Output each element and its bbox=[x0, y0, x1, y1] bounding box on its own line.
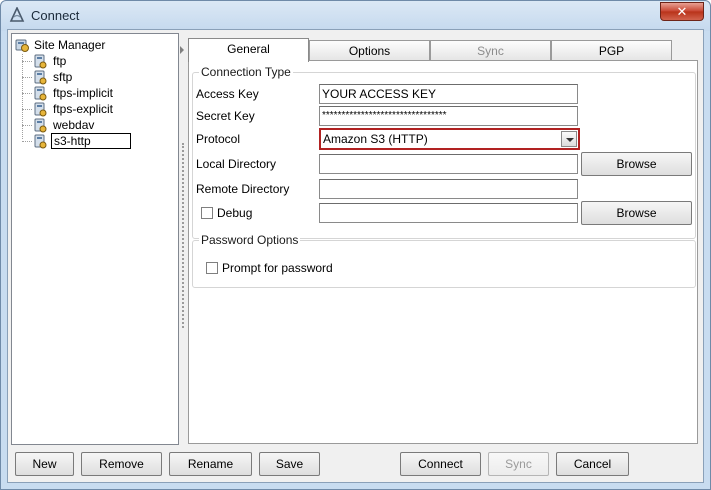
tree-item-label: webdav bbox=[53, 118, 95, 132]
dialog-body: Site Manager ftp sftp ftps-implicit ftps… bbox=[7, 29, 704, 483]
server-icon bbox=[34, 70, 47, 85]
access-key-label: Access Key bbox=[196, 87, 259, 101]
title-bar[interactable]: Connect ✕ bbox=[1, 1, 710, 29]
tree-item-label: sftp bbox=[53, 70, 73, 84]
local-directory-label: Local Directory bbox=[196, 157, 277, 171]
tab-sync[interactable]: Sync bbox=[430, 40, 551, 61]
tree-item-ftp[interactable]: ftp bbox=[22, 53, 68, 69]
access-key-input[interactable]: YOUR ACCESS KEY bbox=[319, 84, 578, 104]
close-icon: ✕ bbox=[676, 4, 688, 19]
prompt-for-password-label: Prompt for password bbox=[222, 261, 333, 275]
tree-item-label: ftps-explicit bbox=[53, 102, 114, 116]
debug-checkbox[interactable] bbox=[201, 207, 213, 219]
connect-button[interactable]: Connect bbox=[400, 452, 481, 476]
tab-options[interactable]: Options bbox=[309, 40, 430, 61]
tree-item-ftps-explicit[interactable]: ftps-explicit bbox=[22, 101, 115, 117]
rename-button[interactable]: Rename bbox=[169, 452, 252, 476]
cancel-button[interactable]: Cancel bbox=[556, 452, 629, 476]
remove-button[interactable]: Remove bbox=[81, 452, 162, 476]
server-icon bbox=[34, 102, 47, 117]
tree-item-sftp[interactable]: sftp bbox=[22, 69, 74, 85]
local-directory-browse-button[interactable]: Browse bbox=[581, 152, 692, 176]
tree-item-ftps-implicit[interactable]: ftps-implicit bbox=[22, 85, 115, 101]
general-tab-panel: Connection Type Access Key YOUR ACCESS K… bbox=[188, 60, 698, 444]
protocol-selected-value: Amazon S3 (HTTP) bbox=[323, 132, 428, 146]
remote-directory-input[interactable] bbox=[319, 179, 578, 199]
protocol-select[interactable]: Amazon S3 (HTTP) bbox=[319, 128, 580, 150]
server-icon bbox=[34, 86, 47, 101]
local-directory-input[interactable] bbox=[319, 154, 578, 174]
server-icon bbox=[34, 134, 47, 149]
remote-directory-label: Remote Directory bbox=[196, 182, 290, 196]
window-title: Connect bbox=[31, 8, 80, 23]
debug-label: Debug bbox=[217, 206, 253, 220]
site-manager-tree[interactable]: Site Manager ftp sftp ftps-implicit ftps… bbox=[11, 33, 179, 445]
server-icon bbox=[34, 54, 47, 69]
connection-type-title: Connection Type bbox=[199, 65, 293, 79]
password-options-title: Password Options bbox=[199, 233, 301, 247]
new-button[interactable]: New bbox=[15, 452, 74, 476]
save-button[interactable]: Save bbox=[259, 452, 320, 476]
protocol-label: Protocol bbox=[196, 132, 241, 146]
tree-item-s3-http[interactable]: s3-http bbox=[22, 133, 131, 149]
collapse-arrow-icon[interactable] bbox=[180, 46, 184, 54]
tree-root-label: Site Manager bbox=[34, 38, 106, 52]
server-icon bbox=[34, 118, 47, 133]
debug-log-input[interactable] bbox=[319, 203, 578, 223]
server-group-icon bbox=[15, 39, 29, 52]
prompt-for-password-checkbox[interactable] bbox=[206, 262, 218, 274]
close-button[interactable]: ✕ bbox=[660, 2, 704, 21]
panel-splitter[interactable] bbox=[180, 33, 186, 445]
debug-browse-button[interactable]: Browse bbox=[581, 201, 692, 225]
app-logo-icon bbox=[9, 6, 25, 23]
splitter-grip bbox=[182, 143, 184, 328]
secret-key-input[interactable]: ******************************** bbox=[319, 106, 578, 126]
tree-item-webdav[interactable]: webdav bbox=[22, 117, 96, 133]
tree-item-label: ftp bbox=[53, 54, 67, 68]
tree-item-label-rename-field[interactable]: s3-http bbox=[51, 133, 131, 149]
tree-root-site-manager[interactable]: Site Manager bbox=[14, 37, 105, 53]
sync-button[interactable]: Sync bbox=[488, 452, 549, 476]
secret-key-label: Secret Key bbox=[196, 109, 255, 123]
tree-item-label: ftps-implicit bbox=[53, 86, 114, 100]
connect-window: Connect ✕ Site Manager ftp sftp ftps-imp… bbox=[0, 0, 711, 490]
tab-general[interactable]: General bbox=[188, 38, 309, 62]
chevron-down-icon[interactable] bbox=[561, 131, 577, 147]
tab-pgp[interactable]: PGP bbox=[551, 40, 672, 61]
